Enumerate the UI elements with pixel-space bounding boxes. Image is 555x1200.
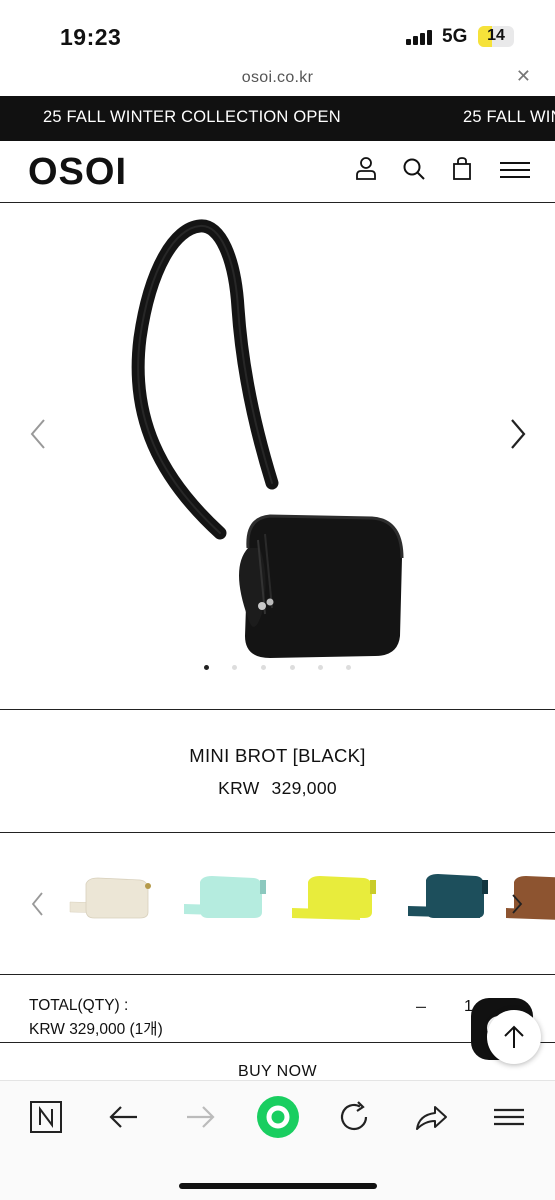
buy-now-button[interactable]: BUY NOW [0,1044,555,1080]
battery-level: 14 [487,27,505,44]
browser-toolbar [0,1080,555,1200]
menu-icon[interactable] [491,1099,527,1135]
site-header: OSOI [0,141,555,203]
scroll-top-button[interactable] [487,1010,541,1064]
announcement-text: 25 FALL WINTER COLLECTION OPEN [43,108,341,126]
pagination-dot[interactable] [232,665,237,670]
pagination-dot[interactable] [261,665,266,670]
total-label: TOTAL(QTY) : [29,997,129,1014]
product-info: MINI BROT [BLACK] KRW 329,000 [0,711,555,833]
forward-arrow-icon[interactable] [183,1099,219,1135]
pagination-dot[interactable] [346,665,351,670]
swatch-mint[interactable] [180,872,272,932]
search-icon[interactable] [400,155,428,183]
pagination-dot[interactable] [318,665,323,670]
share-icon[interactable] [413,1099,449,1135]
back-arrow-icon[interactable] [105,1099,141,1135]
logo[interactable]: OSOI [28,151,127,194]
green-dot-icon[interactable] [256,1095,300,1139]
product-gallery[interactable] [0,204,555,710]
swatch-yellow[interactable] [290,872,382,932]
chevron-right-icon[interactable] [510,892,524,916]
menu-icon[interactable] [499,155,531,183]
home-indicator [179,1183,377,1189]
price-value: 329,000 [271,778,337,798]
announcement-banner[interactable]: 25 FALL WINTER COLLECTION OPEN 25 FALL W… [0,96,555,141]
arrow-up-icon [504,1025,524,1048]
product-image [131,219,404,658]
buy-now-label: BUY NOW [238,1063,317,1080]
color-swatch-carousel[interactable] [0,834,555,975]
swatch-ivory[interactable] [66,872,158,932]
swatch-teal[interactable] [404,872,496,932]
refresh-icon[interactable] [336,1099,372,1135]
status-bar: 19:23 5G 14 [0,0,555,66]
product-price: KRW 329,000 [0,778,555,799]
close-icon[interactable]: ✕ [516,66,531,87]
url-text[interactable]: osoi.co.kr [0,69,555,87]
chevron-left-icon[interactable] [30,890,46,918]
url-bar[interactable]: osoi.co.kr ✕ [0,66,555,96]
naver-home-icon[interactable] [28,1099,64,1135]
total-amount: KRW 329,000 (1개) [29,1021,163,1038]
pagination-dot-active[interactable] [204,665,209,670]
user-icon[interactable] [352,155,380,183]
battery-icon: 14 [478,26,514,47]
chevron-left-icon[interactable] [24,414,54,454]
announcement-text-repeat: 25 FALL WIN [463,108,555,126]
price-currency: KRW [218,778,260,798]
product-name: MINI BROT [BLACK] [189,745,366,766]
status-time: 19:23 [60,24,122,50]
shopping-bag-icon[interactable] [448,155,476,183]
quantity-decrease-button[interactable]: – [416,996,426,1017]
pagination-dot[interactable] [290,665,295,670]
order-total: TOTAL(QTY) : KRW 329,000 (1개) – 1 [0,976,555,1060]
chevron-right-icon[interactable] [502,414,532,454]
network-type: 5G [442,26,468,47]
signal-icon [406,30,432,45]
